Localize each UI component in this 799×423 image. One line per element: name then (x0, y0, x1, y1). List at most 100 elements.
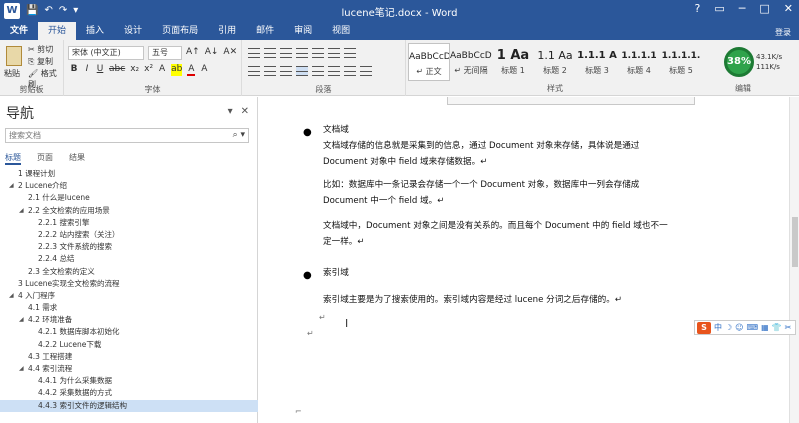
nav-heading-item[interactable]: 2.1 什么是lucene (0, 192, 258, 204)
grow-font-icon[interactable]: A↑ (186, 47, 200, 57)
tab-references[interactable]: 引用 (208, 22, 246, 40)
ime-logo-icon[interactable]: S (697, 321, 711, 334)
ribbon-display-button[interactable]: ▭ (714, 2, 724, 15)
nav-heading-item[interactable]: 2.2.4 总结 (0, 253, 258, 265)
shading-icon[interactable] (344, 66, 356, 76)
document-line[interactable]: 文档域 (323, 122, 349, 138)
superscript-icon[interactable]: x² (144, 64, 153, 76)
nav-close-icon[interactable]: ✕ (241, 106, 249, 117)
font-color-icon[interactable]: A (187, 64, 196, 76)
tab-mailings[interactable]: 邮件 (246, 22, 284, 40)
scrollbar-thumb[interactable] (792, 217, 798, 267)
nav-heading-item[interactable]: ◢ 2 Lucene介绍 (0, 180, 258, 192)
search-icon[interactable]: ⌕ ▾ (233, 130, 245, 140)
tab-layout[interactable]: 页面布局 (152, 22, 208, 40)
document-line[interactable]: Document 对象中 field 域来存储数据。↵ (323, 154, 487, 170)
collapse-arrow-icon[interactable]: ◢ (19, 363, 24, 375)
subscript-icon[interactable]: x₂ (130, 64, 139, 76)
nav-tab-results[interactable]: 结果 (69, 152, 85, 165)
ime-toolbar[interactable]: S 中 ☽ ☺ ⌨ ▦ 👕 ✂ (694, 320, 796, 335)
tab-file[interactable]: 文件 (0, 22, 39, 40)
ime-grid-icon[interactable]: ▦ (761, 323, 769, 332)
help-button[interactable]: ? (695, 2, 701, 15)
vertical-scrollbar[interactable] (789, 97, 799, 423)
document-line[interactable]: 文档域存储的信息就是采集到的信息，通过 Document 对象来存储，具体说是通… (323, 138, 639, 154)
close-button[interactable]: ✕ (784, 2, 793, 15)
nav-heading-item[interactable]: 4.4.3 索引文件的逻辑结构 (0, 399, 258, 412)
nav-search-input[interactable]: 搜索文档 (5, 128, 249, 143)
underline-icon[interactable]: U (96, 64, 104, 76)
clear-format-icon[interactable]: A✕ (223, 47, 237, 57)
style-heading-2[interactable]: 1.1 Aa 标题 2 (534, 43, 576, 81)
numbering-icon[interactable] (264, 48, 276, 58)
align-center-icon[interactable] (264, 66, 276, 76)
ime-skin-icon[interactable]: 👕 (772, 323, 782, 332)
increase-indent-icon[interactable] (312, 48, 324, 58)
nav-heading-item[interactable]: 4.4.1 为什么采集数据 (0, 375, 258, 387)
strikethrough-icon[interactable]: abc (109, 64, 125, 76)
cut-button[interactable]: ✂ 剪切 (28, 44, 53, 55)
ime-keyboard-icon[interactable]: ⌨ (747, 323, 759, 332)
sort-icon[interactable] (328, 48, 340, 58)
bold-icon[interactable]: B (70, 64, 78, 76)
tab-insert[interactable]: 插入 (76, 22, 114, 40)
collapse-arrow-icon[interactable]: ◢ (19, 205, 24, 217)
sign-in-link[interactable]: 登录 (775, 27, 791, 38)
justify-icon[interactable] (296, 66, 308, 76)
ime-emoji-icon[interactable]: ☺ (735, 323, 743, 332)
distributed-icon[interactable] (312, 66, 324, 76)
highlight-icon[interactable]: ab (171, 64, 183, 76)
nav-heading-item[interactable]: 4.1 需求 (0, 302, 258, 314)
style-heading-1[interactable]: 1 Aa 标题 1 (492, 43, 534, 81)
borders-icon[interactable] (360, 66, 372, 76)
nav-heading-item[interactable]: ◢ 4.4 索引流程 (0, 363, 258, 375)
decrease-indent-icon[interactable] (296, 48, 308, 58)
shrink-font-icon[interactable]: A↓ (205, 47, 219, 57)
nav-heading-item[interactable]: ◢ 4.2 环境准备 (0, 314, 258, 326)
style-heading-3[interactable]: 1.1.1 A 标题 3 (576, 43, 618, 81)
nav-heading-item[interactable]: ◢ 2.2 全文检索的应用场景 (0, 205, 258, 217)
nav-heading-item[interactable]: 2.2.2 站内搜索（关注） (0, 229, 258, 241)
style-normal[interactable]: AaBbCcDd ↵ 正文 (408, 43, 450, 81)
tab-home[interactable]: 开始 (38, 22, 77, 40)
align-right-icon[interactable] (280, 66, 292, 76)
text-effect-icon[interactable]: A (158, 64, 166, 76)
nav-options-icon[interactable]: ▾ (228, 106, 233, 117)
align-left-icon[interactable] (248, 66, 260, 76)
char-shading-icon[interactable]: A (200, 64, 208, 76)
nav-heading-item[interactable]: 4.3 工程搭建 (0, 351, 258, 363)
nav-heading-item[interactable]: 4.2.1 数据库脚本初始化 (0, 326, 258, 338)
nav-heading-item[interactable]: 4.4.2 采集数据的方式 (0, 387, 258, 399)
tab-view[interactable]: 视图 (322, 22, 360, 40)
nav-heading-item[interactable]: 2.3 全文检索的定义 (0, 266, 258, 278)
nav-heading-item[interactable]: 2.2.1 搜索引擎 (0, 217, 258, 229)
style-heading-5[interactable]: 1.1.1.1. 标题 5 (660, 43, 702, 81)
multilevel-icon[interactable] (280, 48, 292, 58)
ime-moon-icon[interactable]: ☽ (725, 323, 732, 332)
document-line[interactable]: 定一样。↵ (323, 234, 365, 250)
nav-heading-item[interactable]: ◢ 4 入门程序 (0, 290, 258, 302)
document-line[interactable]: 比如：数据库中一条记录会存储一个一个 Document 对象，数据库中一列会存储… (323, 177, 639, 193)
font-size-select[interactable]: 五号 (148, 46, 182, 60)
nav-tab-pages[interactable]: 页面 (37, 152, 53, 165)
line-spacing-icon[interactable] (328, 66, 340, 76)
show-marks-icon[interactable] (344, 48, 356, 58)
ime-tools-icon[interactable]: ✂ (785, 323, 792, 332)
cpu-gauge[interactable]: 38% (724, 47, 754, 77)
minimize-button[interactable]: ─ (739, 2, 746, 15)
paste-button[interactable]: 粘贴 (4, 68, 20, 79)
nav-heading-item[interactable]: 1 课程计划 (0, 168, 258, 180)
ime-mode[interactable]: 中 (714, 322, 722, 333)
collapse-arrow-icon[interactable]: ◢ (9, 290, 14, 302)
style-heading-4[interactable]: 1.1.1.1 标题 4 (618, 43, 660, 81)
document-line[interactable]: 索引域 (323, 265, 349, 281)
nav-heading-item[interactable]: 2.2.3 文件系统的搜索 (0, 241, 258, 253)
bullets-icon[interactable] (248, 48, 260, 58)
nav-heading-item[interactable]: 3 Lucene实现全文检索的流程 (0, 278, 258, 290)
copy-button[interactable]: ⎘ 复制 (28, 56, 53, 67)
collapse-arrow-icon[interactable]: ◢ (19, 314, 24, 326)
collapse-arrow-icon[interactable]: ◢ (9, 180, 14, 192)
style-no-spacing[interactable]: AaBbCcDd ↵ 无间隔 (450, 43, 492, 81)
paste-icon[interactable] (6, 46, 22, 66)
nav-heading-item[interactable]: 4.2.2 Lucene下载 (0, 339, 258, 351)
